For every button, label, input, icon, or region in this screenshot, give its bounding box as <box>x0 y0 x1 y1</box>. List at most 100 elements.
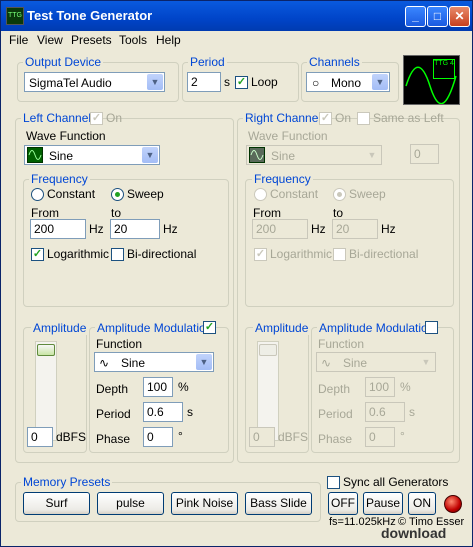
right-offset-input[interactable]: 0 <box>410 144 439 164</box>
app-icon: TTG <box>6 7 24 25</box>
left-amplitude-input[interactable]: 0 <box>27 427 53 447</box>
scope-tag: TTG 4 <box>433 59 455 79</box>
right-depth-label: Depth <box>318 382 351 396</box>
pause-button[interactable]: Pause <box>363 492 403 515</box>
right-frequency-label: Frequency <box>252 172 313 186</box>
right-amplitude-input[interactable]: 0 <box>249 427 275 447</box>
preset-pink-noise-button[interactable]: Pink Noise <box>171 492 238 515</box>
right-am-function-value: Sine <box>343 356 368 370</box>
menu-tools[interactable]: Tools <box>119 33 147 47</box>
right-constant-radio[interactable] <box>254 188 267 201</box>
minimize-button[interactable]: _ <box>405 6 426 27</box>
sine-wave-icon: ∿ <box>321 356 332 370</box>
menu-file[interactable]: File <box>9 33 28 47</box>
right-sweep-label: Sweep <box>349 187 386 201</box>
menu-view[interactable]: View <box>37 33 63 47</box>
watermark: download <box>381 525 447 541</box>
same-as-left-checkbox[interactable]: ✓ <box>357 112 370 125</box>
right-to-label: to <box>333 206 344 220</box>
title-bar[interactable]: TTG Test Tone Generator _ □ ✕ <box>1 1 472 31</box>
left-depth-input[interactable]: 100 <box>143 377 173 397</box>
right-wave-function-label: Wave Function <box>248 129 328 143</box>
left-constant-label: Constant <box>47 187 96 201</box>
menu-presets[interactable]: Presets <box>71 33 112 47</box>
right-am-function-select[interactable]: ∿ Sine ▼ <box>316 352 436 372</box>
left-period-label: Period <box>96 407 131 421</box>
chevron-down-icon[interactable]: ▼ <box>372 74 388 90</box>
window-title: Test Tone Generator <box>27 8 153 23</box>
right-depth-input[interactable]: 100 <box>365 377 395 397</box>
left-bidir-checkbox[interactable]: ✓ <box>111 248 124 261</box>
maximize-button[interactable]: □ <box>427 6 448 27</box>
right-from-input[interactable]: 200 <box>252 219 308 239</box>
right-period-input[interactable]: 0.6 <box>365 402 405 422</box>
chevron-down-icon[interactable]: ▼ <box>147 74 163 90</box>
channels-label: Channels <box>307 55 362 69</box>
sync-label: Sync all Generators <box>343 475 449 489</box>
menu-bar: File View Presets Tools Help <box>1 31 472 49</box>
left-sweep-radio[interactable] <box>111 188 124 201</box>
left-to-input[interactable]: 20 <box>110 219 160 239</box>
left-am-checkbox[interactable]: ✓ <box>203 321 216 334</box>
left-period-unit: s <box>187 405 193 419</box>
right-am-checkbox[interactable]: ✓ <box>425 321 438 334</box>
left-wave-function-label: Wave Function <box>26 129 106 143</box>
left-wave-select[interactable]: Sine ▼ <box>24 145 160 165</box>
chevron-down-icon[interactable]: ▼ <box>196 354 212 370</box>
chevron-down-icon[interactable]: ▼ <box>418 354 434 370</box>
loop-checkbox[interactable]: ✓ <box>235 76 248 89</box>
right-from-label: From <box>253 206 281 220</box>
loop-label: Loop <box>251 75 278 89</box>
right-to-hz: Hz <box>381 222 396 236</box>
right-amplitude-slider[interactable] <box>257 341 279 441</box>
left-on-checkbox[interactable]: ✓ <box>90 112 103 125</box>
preset-bass-slide-button[interactable]: Bass Slide <box>245 492 312 515</box>
right-dbfs-label: dBFS <box>278 430 309 444</box>
left-from-input[interactable]: 200 <box>30 219 86 239</box>
left-amplitude-label: Amplitude <box>31 321 89 335</box>
right-log-checkbox[interactable]: ✓ <box>254 248 267 261</box>
close-button[interactable]: ✕ <box>449 6 470 27</box>
chevron-down-icon[interactable]: ▼ <box>142 147 158 163</box>
right-wave-select[interactable]: Sine ▼ <box>246 145 382 165</box>
same-as-left-label: Same as Left <box>373 111 444 125</box>
right-sweep-radio[interactable] <box>333 188 346 201</box>
right-on-label: On <box>335 111 352 125</box>
right-amplitude-thumb[interactable] <box>259 344 277 356</box>
output-device-select[interactable]: SigmaTel Audio ▼ <box>24 72 165 92</box>
off-button[interactable]: OFF <box>328 492 358 515</box>
right-log-label: Logarithmic <box>270 247 333 261</box>
right-on-checkbox[interactable]: ✓ <box>319 112 332 125</box>
memory-presets-label: Memory Presets <box>21 475 113 489</box>
status-led-icon <box>444 495 462 513</box>
preset-surf-button[interactable]: Surf <box>23 492 90 515</box>
wave-icon <box>249 147 265 163</box>
sine-wave-icon: ∿ <box>99 356 110 370</box>
main-window: TTG Test Tone Generator _ □ ✕ File View … <box>0 0 473 547</box>
channels-select[interactable]: ○ Mono ▼ <box>306 72 390 92</box>
right-phase-unit: ° <box>400 429 405 443</box>
right-bidir-checkbox[interactable]: ✓ <box>333 248 346 261</box>
output-device-value: SigmaTel Audio <box>29 76 112 90</box>
right-to-input[interactable]: 20 <box>332 219 378 239</box>
chevron-down-icon[interactable]: ▼ <box>364 147 380 163</box>
preset-pulse-button[interactable]: pulse <box>97 492 164 515</box>
left-am-function-select[interactable]: ∿ Sine ▼ <box>94 352 214 372</box>
left-channel-title: Left Channel <box>21 111 94 125</box>
left-from-label: From <box>31 206 59 220</box>
on-button[interactable]: ON <box>408 492 436 515</box>
left-constant-radio[interactable] <box>31 188 44 201</box>
left-bidir-label: Bi-directional <box>127 247 197 261</box>
left-period-input[interactable]: 0.6 <box>143 402 183 422</box>
right-phase-input[interactable]: 0 <box>365 427 395 447</box>
output-device-label: Output Device <box>23 55 104 69</box>
left-amplitude-thumb[interactable] <box>37 344 55 356</box>
menu-help[interactable]: Help <box>156 33 181 47</box>
left-log-checkbox[interactable]: ✓ <box>31 248 44 261</box>
left-phase-input[interactable]: 0 <box>143 427 173 447</box>
sync-checkbox[interactable]: ✓ <box>327 476 340 489</box>
left-depth-label: Depth <box>96 382 129 396</box>
left-amplitude-slider[interactable] <box>35 341 57 441</box>
period-input[interactable]: 2 <box>187 72 221 92</box>
left-phase-unit: ° <box>178 429 183 443</box>
